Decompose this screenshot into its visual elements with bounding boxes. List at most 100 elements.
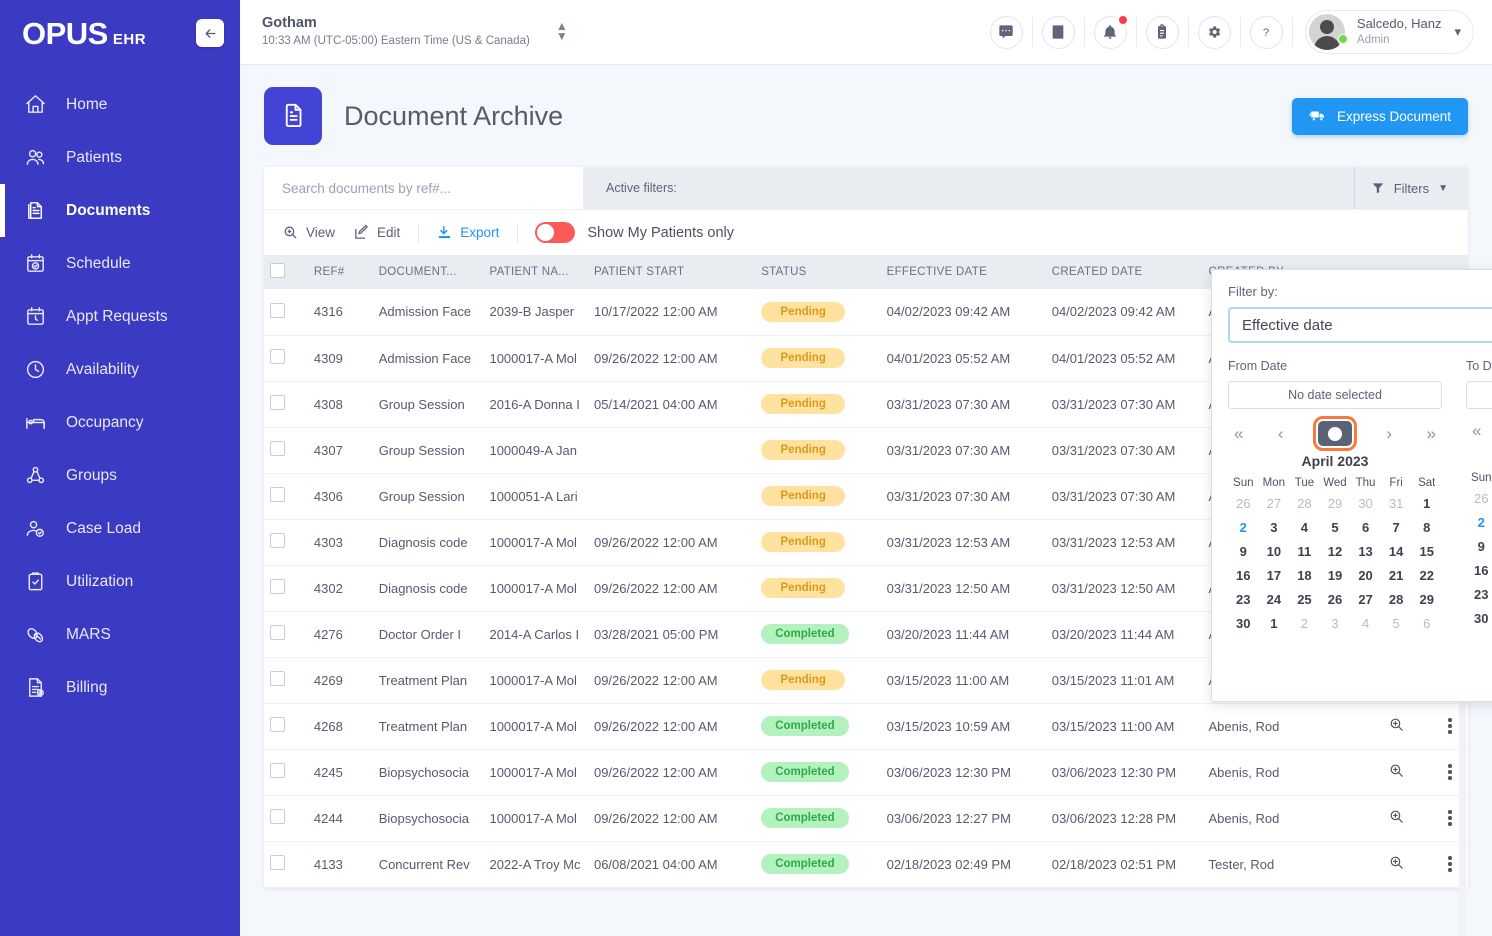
clipboard-icon-button[interactable] — [1145, 15, 1179, 49]
zoom-in-icon[interactable] — [1388, 808, 1405, 825]
sidebar-item-documents[interactable]: Documents — [0, 184, 240, 237]
calendar-today-button[interactable] — [1312, 416, 1357, 451]
row-view-action[interactable] — [1382, 703, 1433, 750]
row-checkbox[interactable] — [270, 533, 285, 548]
calendar-day[interactable]: 9 — [1228, 542, 1259, 561]
row-checkbox[interactable] — [270, 441, 285, 456]
edit-action[interactable]: Edit — [353, 224, 418, 241]
calendar-last-button[interactable]: » — [1427, 424, 1436, 444]
table-row[interactable]: 4268 Treatment Plan 1000017-A Mol 09/26/202… — [264, 703, 1468, 750]
calendar-day[interactable]: 4 — [1350, 614, 1381, 633]
show-my-patients-toggle[interactable] — [535, 222, 576, 243]
calendar-day[interactable]: 18 — [1289, 566, 1320, 585]
calendar-day[interactable]: 15 — [1411, 542, 1442, 561]
calendar-first-button[interactable]: « — [1234, 424, 1243, 444]
calendar-day[interactable]: 22 — [1411, 566, 1442, 585]
from-date-button[interactable]: No date selected — [1228, 381, 1442, 409]
calendar-day[interactable]: 27 — [1350, 590, 1381, 609]
gear-icon-button[interactable] — [1197, 15, 1231, 49]
sidebar-item-utilization[interactable]: Utilization — [0, 555, 240, 608]
calendar-next-button[interactable]: › — [1386, 424, 1392, 444]
calendar-day[interactable]: 6 — [1350, 518, 1381, 537]
column-header-effective-date[interactable]: EFFECTIVE DATE — [880, 255, 1046, 289]
row-checkbox[interactable] — [270, 809, 285, 824]
row-checkbox[interactable] — [270, 855, 285, 870]
calendar-day[interactable]: 9 — [1466, 537, 1492, 556]
calendar-day[interactable]: 19 — [1320, 566, 1351, 585]
select-all-checkbox[interactable] — [270, 263, 285, 278]
zoom-in-icon[interactable] — [1388, 762, 1405, 779]
sidebar-item-home[interactable]: Home — [0, 78, 240, 131]
calendar-day[interactable]: 20 — [1350, 566, 1381, 585]
column-header-ref-[interactable]: REF# — [307, 255, 373, 289]
search-input[interactable] — [282, 180, 565, 196]
calendar-day[interactable]: 13 — [1350, 542, 1381, 561]
sidebar-item-occupancy[interactable]: Occupancy — [0, 396, 240, 449]
sidebar-item-case-load[interactable]: Case Load — [0, 502, 240, 555]
sidebar-collapse-button[interactable] — [196, 19, 224, 47]
help-icon-button[interactable]: ? — [1249, 15, 1283, 49]
facility-selector[interactable]: Gotham 10:33 AM (UTC-05:00) Eastern Time… — [262, 14, 568, 49]
calendar-day[interactable]: 1 — [1411, 494, 1442, 513]
calendar-day[interactable]: 23 — [1466, 585, 1492, 604]
calendar-day[interactable]: 16 — [1466, 561, 1492, 580]
calendar-day[interactable]: 2 — [1228, 518, 1259, 537]
column-header-patient-na-[interactable]: PATIENT NA... — [483, 255, 588, 289]
row-view-action[interactable] — [1382, 841, 1433, 888]
express-document-button[interactable]: Express Document — [1291, 97, 1468, 135]
calendar-prev-button[interactable]: ‹ — [1278, 424, 1284, 444]
notes-icon-button[interactable] — [1041, 15, 1075, 49]
calendar-day[interactable]: 7 — [1381, 518, 1412, 537]
calendar-day[interactable]: 17 — [1259, 566, 1290, 585]
sidebar-item-availability[interactable]: Availability — [0, 343, 240, 396]
table-row[interactable]: 4244 Biopsychosocia 1000017-A Mol 09/26/202… — [264, 795, 1468, 842]
calendar-day[interactable]: 5 — [1381, 614, 1412, 633]
calendar-day[interactable]: 29 — [1411, 590, 1442, 609]
table-row[interactable]: 4245 Biopsychosocia 1000017-A Mol 09/26/202… — [264, 749, 1468, 796]
sidebar-item-groups[interactable]: Groups — [0, 449, 240, 502]
row-checkbox[interactable] — [270, 671, 285, 686]
filter-by-select[interactable]: Effective date ▲▼ — [1228, 307, 1492, 343]
row-checkbox[interactable] — [270, 763, 285, 778]
row-checkbox[interactable] — [270, 579, 285, 594]
calendar-day[interactable]: 29 — [1320, 494, 1351, 513]
calendar-day[interactable]: 21 — [1381, 566, 1412, 585]
column-header-created-date[interactable]: CREATED DATE — [1045, 255, 1203, 289]
calendar-day[interactable]: 31 — [1381, 494, 1412, 513]
export-action[interactable]: Export — [436, 224, 517, 241]
calendar-day[interactable]: 24 — [1259, 590, 1290, 609]
column-header-document-[interactable]: DOCUMENT... — [372, 255, 484, 289]
calendar-day[interactable]: 2 — [1466, 513, 1492, 532]
calendar-day[interactable]: 26 — [1320, 590, 1351, 609]
facility-updown-icon[interactable]: ▲ ▼ — [556, 21, 568, 42]
row-checkbox[interactable] — [270, 395, 285, 410]
calendar-day[interactable]: 14 — [1381, 542, 1412, 561]
chat-icon-button[interactable] — [989, 15, 1023, 49]
calendar-day[interactable]: 5 — [1320, 518, 1351, 537]
calendar-day[interactable]: 16 — [1228, 566, 1259, 585]
calendar-day[interactable]: 11 — [1289, 542, 1320, 561]
calendar-day[interactable]: 6 — [1411, 614, 1442, 633]
chevron-down-icon[interactable]: ▾ — [1454, 24, 1461, 40]
row-checkbox[interactable] — [270, 717, 285, 732]
calendar-day[interactable]: 3 — [1320, 614, 1351, 633]
sidebar-item-billing[interactable]: Billing — [0, 661, 240, 714]
calendar-day[interactable]: 3 — [1259, 518, 1290, 537]
view-action[interactable]: View — [282, 224, 353, 241]
calendar-day[interactable]: 23 — [1228, 590, 1259, 609]
calendar-day[interactable]: 30 — [1228, 614, 1259, 633]
calendar-day[interactable]: 26 — [1228, 494, 1259, 513]
calendar-day[interactable]: 4 — [1289, 518, 1320, 537]
column-header-patient-start[interactable]: PATIENT START — [587, 255, 756, 289]
calendar-day[interactable]: 8 — [1411, 518, 1442, 537]
calendar-day[interactable]: 30 — [1350, 494, 1381, 513]
calendar-day[interactable]: 30 — [1466, 609, 1492, 628]
calendar-day[interactable]: 10 — [1259, 542, 1290, 561]
zoom-in-icon[interactable] — [1388, 716, 1405, 733]
sidebar-item-appt-requests[interactable]: Appt Requests — [0, 290, 240, 343]
row-checkbox[interactable] — [270, 349, 285, 364]
zoom-in-icon[interactable] — [1388, 854, 1405, 871]
filters-button[interactable]: Filters ▼ — [1353, 167, 1468, 209]
calendar-first-button[interactable]: « — [1472, 421, 1481, 441]
row-checkbox[interactable] — [270, 625, 285, 640]
